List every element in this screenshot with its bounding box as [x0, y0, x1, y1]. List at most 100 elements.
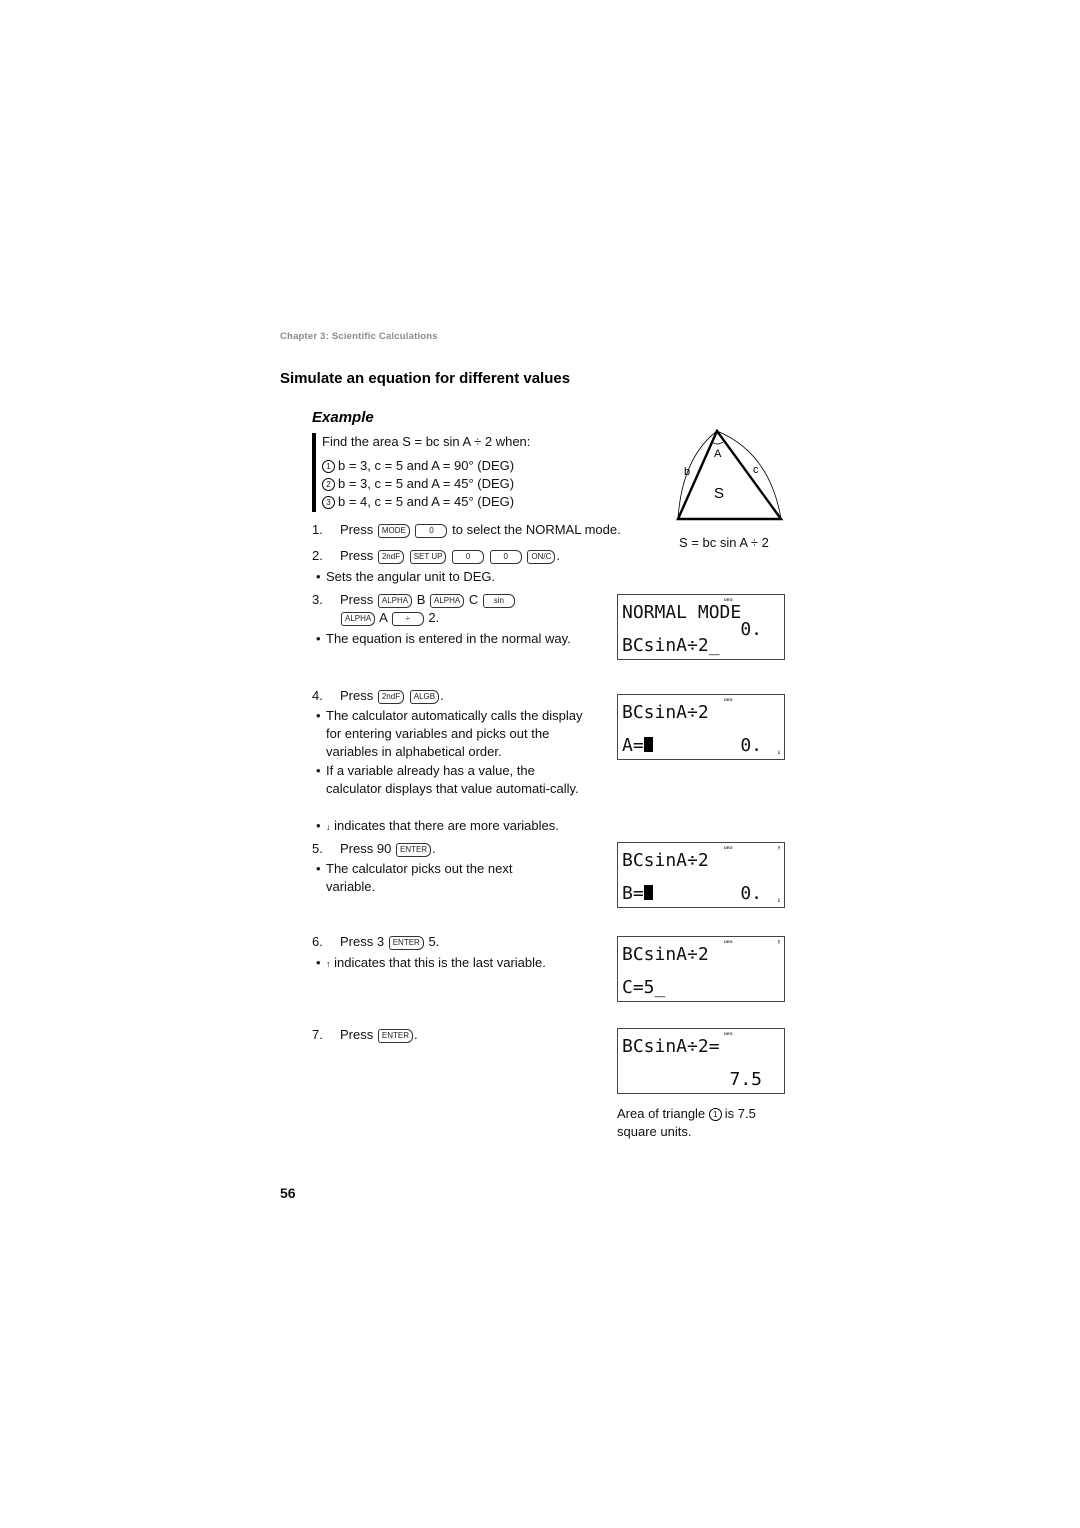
lcd-line-2: C=5_	[622, 977, 666, 998]
alpha-key: ALPHA	[430, 594, 465, 608]
lcd-result: 7.5	[729, 1069, 762, 1090]
page-number: 56	[280, 1185, 296, 1201]
label-side-c: c	[753, 464, 759, 476]
angle-arc	[711, 441, 724, 445]
result-caption: Area of triangle 1 is 7.5 square units.	[617, 1105, 797, 1141]
lcd-display-4: DEG ↑ BCsinA÷2 C=5_	[617, 936, 785, 1002]
step-number: 2.	[312, 548, 323, 563]
step-number: 4.	[312, 688, 323, 703]
bullet-text: ↑ indicates that this is the last variab…	[326, 954, 606, 973]
circled-number-icon: 1	[708, 1108, 722, 1121]
bullet-next-var: • The calculator picks out the next varia…	[316, 860, 556, 896]
down-arrow-icon: ↓	[776, 896, 781, 904]
bullet-icon: •	[316, 708, 321, 723]
bullet-text-body: indicates that there are more variables.	[334, 818, 559, 833]
bullet-text: ↓ indicates that there are more variable…	[326, 817, 606, 836]
bullet-text: Sets the angular unit to DEG.	[326, 569, 496, 584]
step-number: 1.	[312, 522, 323, 537]
bullet-icon: •	[316, 955, 321, 970]
zero-key: 0	[489, 550, 522, 564]
lcd-line-1: BCsinA÷2	[622, 944, 709, 965]
bullet-text-body: indicates that this is the last variable…	[334, 955, 546, 970]
deg-indicator: DEG	[724, 1031, 733, 1036]
setup-key: SET UP	[409, 550, 447, 564]
step-after: to select the NORMAL mode.	[452, 522, 621, 537]
zero-key: 0	[452, 550, 485, 564]
step-6: 6. Press 3 ENTER 5.	[312, 933, 439, 951]
lcd-display-1: DEG NORMAL MODE 0. BCsinA÷2_	[617, 594, 785, 660]
step-after: 5.	[428, 934, 440, 949]
triangle-shape	[676, 428, 784, 521]
step-press: Press	[340, 548, 374, 563]
case-text: b = 3, c = 5 and A = 90° (DEG)	[338, 458, 515, 473]
variable-label: B=	[622, 883, 644, 904]
down-arrow-icon: ↓	[326, 822, 331, 832]
bullet-has-value: • If a variable already has a value, the …	[316, 762, 586, 798]
lcd-display-3: DEG ↑ BCsinA÷2 B= 0. ↓	[617, 842, 785, 908]
diagram-formula: S = bc sin A ÷ 2	[679, 535, 769, 550]
bullet-deg: • Sets the angular unit to DEG.	[316, 568, 586, 586]
alpha-key: ALPHA	[341, 612, 376, 626]
down-arrow-icon: ↓	[776, 748, 781, 756]
cursor-block	[643, 737, 653, 752]
bullet-icon: •	[316, 763, 321, 778]
bullet-last-var: • ↑ indicates that this is the last varia…	[316, 954, 606, 973]
step-letter: A	[379, 610, 388, 625]
variable-label: A=	[622, 735, 644, 756]
up-arrow-icon: ↑	[776, 938, 781, 946]
enter-key: ENTER	[395, 843, 432, 857]
2ndf-key: 2ndF	[377, 550, 405, 564]
lcd-display-2: DEG BCsinA÷2 A= 0. ↓	[617, 694, 785, 760]
zero-key: 0	[415, 524, 448, 538]
lcd-line-2: B=	[622, 883, 653, 904]
bullet-text: The calculator picks out the next variab…	[326, 861, 513, 894]
deg-indicator: DEG	[724, 939, 733, 944]
step-2: 2. Press 2ndF SET UP 0 0 ON/C.	[312, 547, 560, 565]
step-3: 3. Press ALPHA B ALPHA C sin	[312, 591, 516, 609]
bullet-normal-way: • The equation is entered in the normal w…	[316, 630, 581, 648]
bullet-text: The equation is entered in the normal wa…	[326, 631, 571, 646]
example-bar	[312, 433, 316, 512]
step-after: .	[556, 548, 560, 563]
example-lead: Find the area S = bc sin A ÷ 2 when:	[322, 434, 531, 449]
section-title: Simulate an equation for different value…	[280, 370, 571, 387]
step-after: .	[440, 688, 444, 703]
mode-key: MODE	[377, 524, 410, 538]
example-case: 2b = 3, c = 5 and A = 45° (DEG)	[322, 475, 530, 493]
step-press: Press	[340, 592, 374, 607]
bullet-icon: •	[316, 569, 321, 584]
bullet-icon: •	[316, 631, 321, 646]
caption-text: Area of triangle	[617, 1106, 706, 1121]
lcd-value: 0.	[740, 735, 762, 756]
2ndf-key: 2ndF	[377, 690, 405, 704]
step-4: 4. Press 2ndF ALGB.	[312, 687, 444, 705]
circled-number-icon: 2	[322, 478, 335, 491]
label-angle-a: A	[714, 448, 722, 460]
label-side-b: b	[684, 466, 690, 478]
lcd-line-2: BCsinA÷2_	[622, 635, 720, 656]
step-press: Press	[340, 522, 374, 537]
step-number: 3.	[312, 592, 323, 607]
lcd-line-1: NORMAL MODE	[622, 602, 742, 623]
chapter-header: Chapter 3: Scientific Calculations	[280, 331, 438, 342]
algb-key: ALGB	[409, 690, 440, 704]
lcd-line-1: BCsinA÷2	[622, 702, 709, 723]
bullet-text: If a variable already has a value, the c…	[326, 763, 579, 796]
lcd-line-2: A=	[622, 735, 653, 756]
step-1: 1. Press MODE 0 to select the NORMAL mode…	[312, 521, 621, 539]
cursor-block	[643, 885, 653, 900]
step-number: 7.	[312, 1027, 323, 1042]
step-press: Press 90	[340, 841, 392, 856]
onc-key: ON/C	[527, 550, 556, 564]
step-letter: B	[416, 592, 426, 607]
step-5: 5. Press 90 ENTER.	[312, 840, 436, 858]
lcd-value: 0.	[740, 883, 762, 904]
example-case: 3b = 4, c = 5 and A = 45° (DEG)	[322, 493, 530, 511]
up-arrow-icon: ↑	[326, 959, 331, 969]
triangle-diagram: A b c S	[676, 428, 784, 521]
example-label: Example	[312, 409, 374, 426]
example-case: 1b = 3, c = 5 and A = 90° (DEG)	[322, 457, 530, 475]
circled-number-icon: 1	[322, 460, 335, 473]
step-press: Press	[340, 1027, 374, 1042]
step-press: Press 3	[340, 934, 385, 949]
